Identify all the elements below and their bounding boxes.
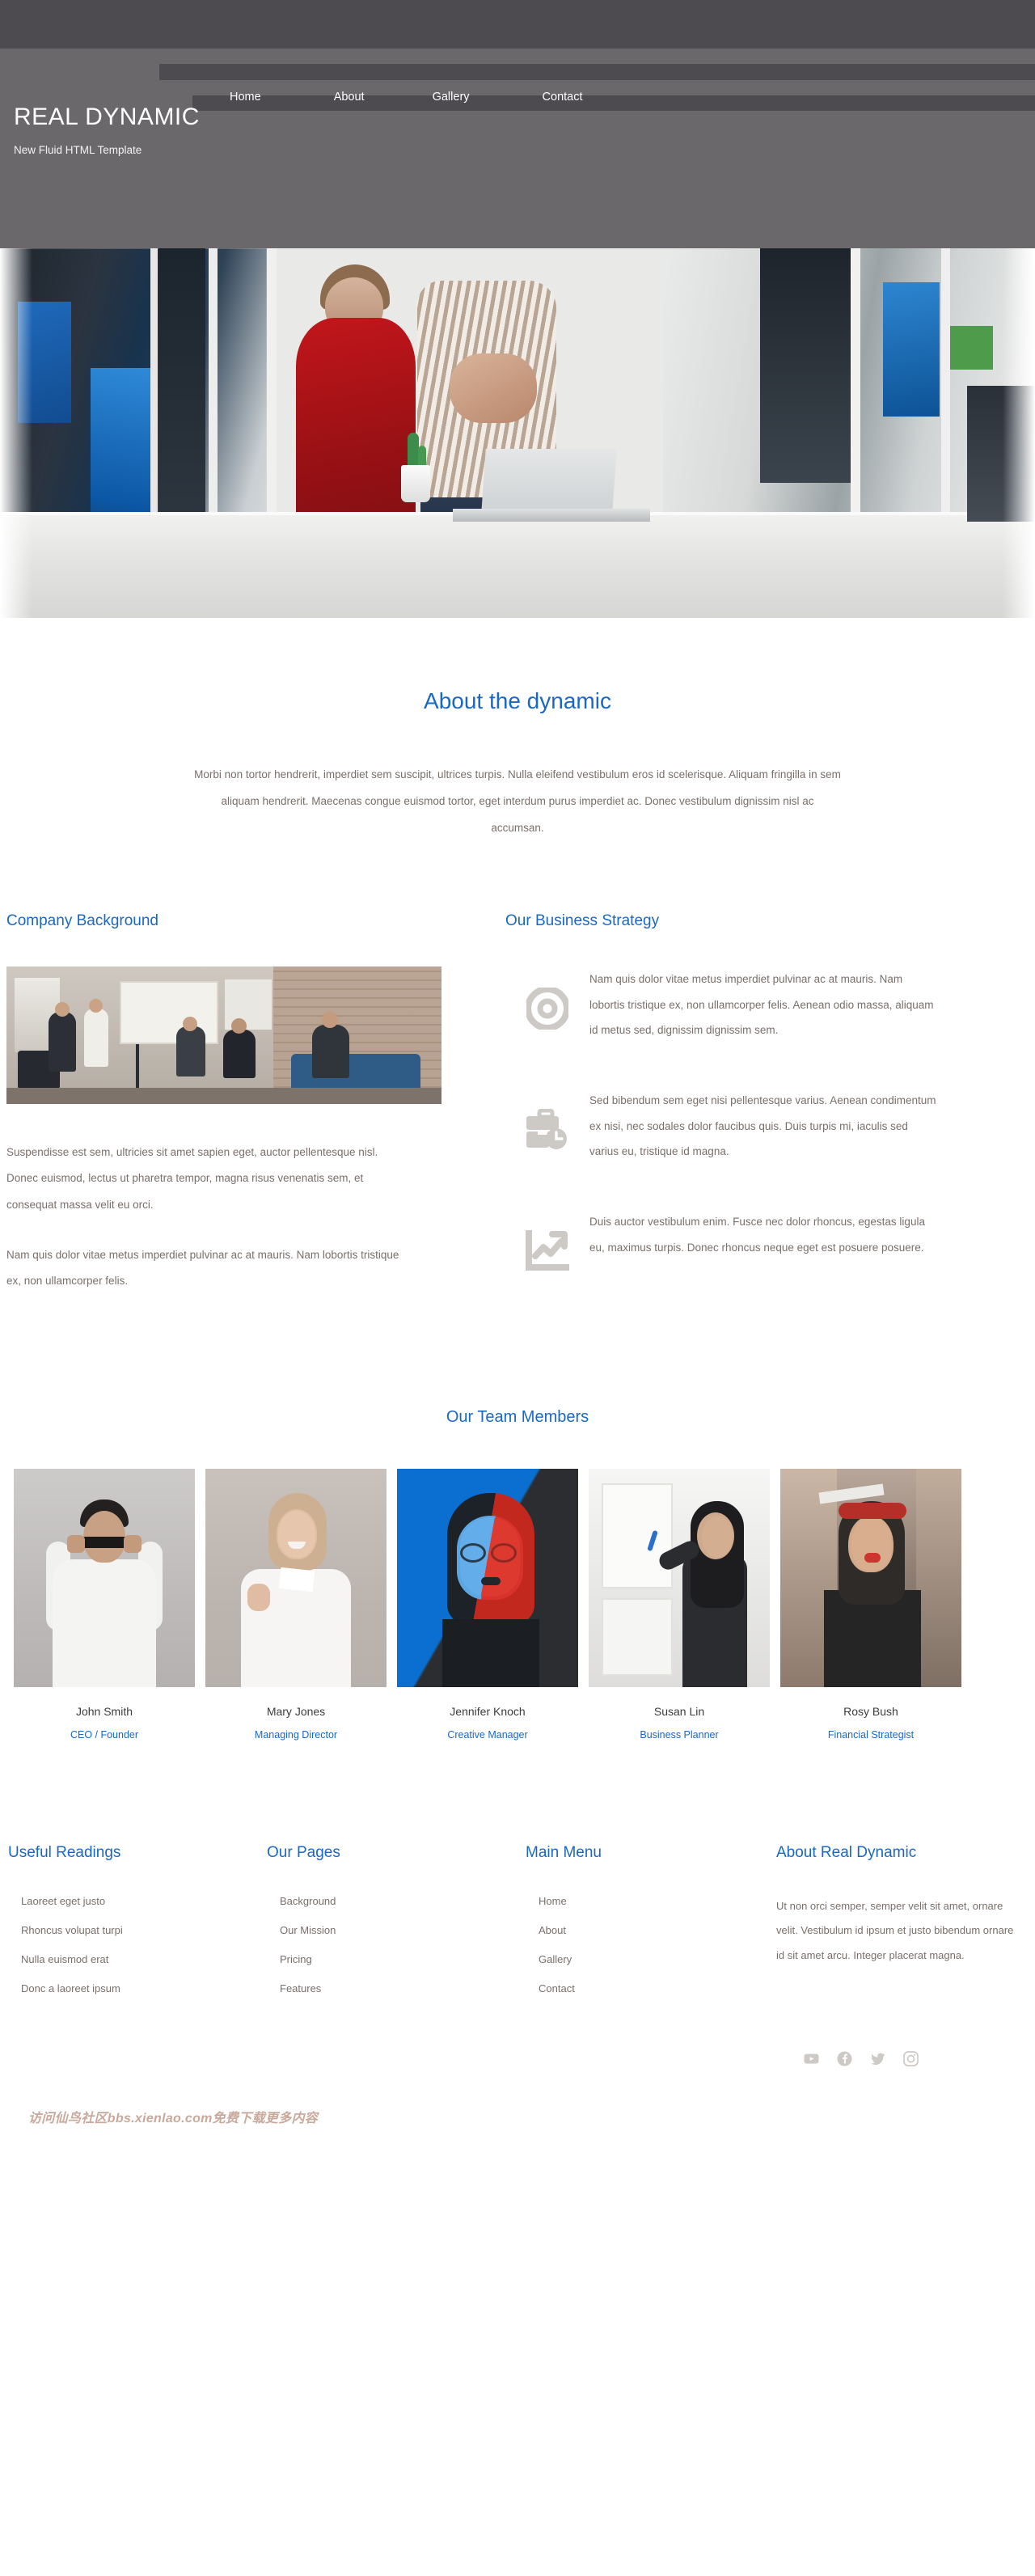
footer-link-list: Laoreet eget justo Rhoncus volupat turpi… xyxy=(8,1894,251,1996)
footer-link-list: Background Our Mission Pricing Features xyxy=(267,1894,509,1996)
list-item: Home xyxy=(526,1894,760,1909)
strategy-item: Duis auctor vestibulum enim. Fusce nec d… xyxy=(505,1209,1035,1272)
footer-link[interactable]: Home xyxy=(526,1895,567,1907)
growth-chart-icon xyxy=(505,1209,589,1272)
company-background-title: Company Background xyxy=(6,912,158,929)
team-member-photo xyxy=(589,1468,770,1687)
footer-link[interactable]: About xyxy=(526,1924,566,1936)
team-member-role[interactable]: Managing Director xyxy=(205,1729,387,1741)
team-member-role[interactable]: Creative Manager xyxy=(397,1729,578,1741)
footer-link[interactable]: Background xyxy=(267,1895,336,1907)
footer-column-title: Useful Readings xyxy=(8,1843,121,1861)
footer-link[interactable]: Contact xyxy=(526,1982,575,1994)
footer-link[interactable]: Nulla euismod erat xyxy=(8,1953,108,1965)
header-stripe-top xyxy=(0,0,1035,49)
team-member-role[interactable]: CEO / Founder xyxy=(14,1729,195,1741)
footer-link[interactable]: Rhoncus volupat turpi xyxy=(8,1924,123,1936)
team-member-photo xyxy=(205,1468,387,1687)
nav-item-home[interactable]: Home xyxy=(209,78,282,116)
company-background-paragraph-2: Nam quis dolor vitae metus imperdiet pul… xyxy=(6,1248,399,1288)
watermark-bar: 访问仙鸟社区bbs.xienlao.com免费下载更多内容 xyxy=(0,2104,1035,2140)
team-section-title: Our Team Members xyxy=(446,1407,589,1426)
about-intro-paragraph: Morbi non tortor hendrerit, imperdiet se… xyxy=(194,768,841,834)
list-item: Laoreet eget justo xyxy=(8,1894,251,1909)
team-member-name: Susan Lin xyxy=(653,1704,705,1718)
about-intro-section: About the dynamic Morbi non tortor hendr… xyxy=(0,618,1035,841)
instagram-icon[interactable] xyxy=(903,2050,919,2066)
target-icon xyxy=(505,967,589,1030)
team-member-card[interactable]: Jennifer Knoch Creative Manager xyxy=(397,1468,578,1741)
list-item: Rhoncus volupat turpi xyxy=(8,1923,251,1938)
footer-columns: Useful Readings Laoreet eget justo Rhonc… xyxy=(0,1741,1035,2011)
list-item: Nulla euismod erat xyxy=(8,1952,251,1967)
footer-column-title: About Real Dynamic xyxy=(776,1843,917,1861)
footer-column-title: Main Menu xyxy=(526,1843,602,1861)
strategy-item: Sed bibendum sem eget nisi pellentesque … xyxy=(505,1088,1035,1165)
hero-banner xyxy=(0,248,1035,618)
footer-link[interactable]: Gallery xyxy=(526,1953,572,1965)
footer-column-about: About Real Dynamic Ut non orci semper, s… xyxy=(776,1844,1035,2011)
footer-link[interactable]: Features xyxy=(267,1982,321,1994)
site-footer: Useful Readings Laoreet eget justo Rhonc… xyxy=(0,1741,1035,2140)
footer-column-our-pages: Our Pages Background Our Mission Pricing… xyxy=(267,1844,526,2011)
nav-item-gallery[interactable]: Gallery xyxy=(412,78,491,116)
footer-link[interactable]: Laoreet eget justo xyxy=(8,1895,105,1907)
list-item: Our Mission xyxy=(267,1923,509,1938)
strategy-text: Nam quis dolor vitae metus imperdiet pul… xyxy=(589,972,934,1037)
nav-item-about[interactable]: About xyxy=(313,78,386,116)
list-item: About xyxy=(526,1923,760,1938)
brand-subtitle: New Fluid HTML Template xyxy=(14,144,142,156)
youtube-icon[interactable] xyxy=(804,2051,819,2066)
list-item: Gallery xyxy=(526,1952,760,1967)
nav-item-contact[interactable]: Contact xyxy=(522,78,604,116)
footer-link[interactable]: Pricing xyxy=(267,1953,312,1965)
watermark-text: 访问仙鸟社区bbs.xienlao.com免费下载更多内容 xyxy=(28,2111,319,2126)
team-member-photo xyxy=(14,1468,195,1687)
team-member-card[interactable]: John Smith CEO / Founder xyxy=(14,1468,195,1741)
strategy-text: Duis auctor vestibulum enim. Fusce nec d… xyxy=(589,1216,925,1254)
team-member-photo xyxy=(397,1468,578,1687)
business-strategy-column: Our Business Strategy Nam quis dolor vit… xyxy=(469,912,1035,1319)
list-item: Contact xyxy=(526,1982,760,1996)
team-member-role[interactable]: Business Planner xyxy=(589,1729,770,1741)
site-header: REAL DYNAMIC New Fluid HTML Template Hom… xyxy=(0,0,1035,248)
footer-column-title: Our Pages xyxy=(267,1843,340,1861)
page-title: About the dynamic xyxy=(424,688,611,713)
team-member-photo xyxy=(780,1468,961,1687)
team-member-name: Rosy Bush xyxy=(843,1704,898,1718)
footer-column-main-menu: Main Menu Home About Gallery Contact xyxy=(526,1844,776,2011)
list-item: Donc a laoreet ipsum xyxy=(8,1982,251,1996)
team-member-name: Mary Jones xyxy=(266,1704,326,1718)
team-member-role[interactable]: Financial Strategist xyxy=(780,1729,961,1741)
social-links xyxy=(0,2011,1035,2066)
business-strategy-title: Our Business Strategy xyxy=(505,912,660,929)
twitter-icon[interactable] xyxy=(870,2051,885,2066)
list-item: Features xyxy=(267,1982,509,1996)
list-item: Pricing xyxy=(267,1952,509,1967)
main-navigation: Home About Gallery Contact xyxy=(186,73,1035,121)
team-member-name: Jennifer Knoch xyxy=(450,1704,526,1718)
team-section: Our Team Members John Smith CEO / Founde… xyxy=(0,1319,1035,1741)
team-member-card[interactable]: Rosy Bush Financial Strategist xyxy=(780,1468,961,1741)
team-member-card[interactable]: Susan Lin Business Planner xyxy=(589,1468,770,1741)
company-background-paragraph-1: Suspendisse est sem, ultricies sit amet … xyxy=(6,1145,378,1211)
strategy-item: Nam quis dolor vitae metus imperdiet pul… xyxy=(505,967,1035,1043)
list-item: Background xyxy=(267,1894,509,1909)
facebook-icon[interactable] xyxy=(837,2051,852,2066)
company-background-image xyxy=(6,966,441,1104)
strategy-text: Sed bibendum sem eget nisi pellentesque … xyxy=(589,1093,936,1158)
company-background-column: Company Background Suspendisse est sem, … xyxy=(0,912,469,1319)
footer-link-list: Home About Gallery Contact xyxy=(526,1894,760,1996)
hero-image xyxy=(0,248,1035,618)
footer-column-useful-readings: Useful Readings Laoreet eget justo Rhonc… xyxy=(0,1844,267,2011)
footer-about-text: Ut non orci semper, semper velit sit ame… xyxy=(776,1899,1014,1961)
footer-link[interactable]: Our Mission xyxy=(267,1924,336,1936)
footer-link[interactable]: Donc a laoreet ipsum xyxy=(8,1982,120,1994)
team-grid: John Smith CEO / Founder Mary Jones Mana… xyxy=(0,1468,1035,1741)
content-columns: Company Background Suspendisse est sem, … xyxy=(0,841,1035,1319)
briefcase-clock-icon xyxy=(505,1088,589,1151)
team-member-card[interactable]: Mary Jones Managing Director xyxy=(205,1468,387,1741)
team-member-name: John Smith xyxy=(75,1704,133,1718)
